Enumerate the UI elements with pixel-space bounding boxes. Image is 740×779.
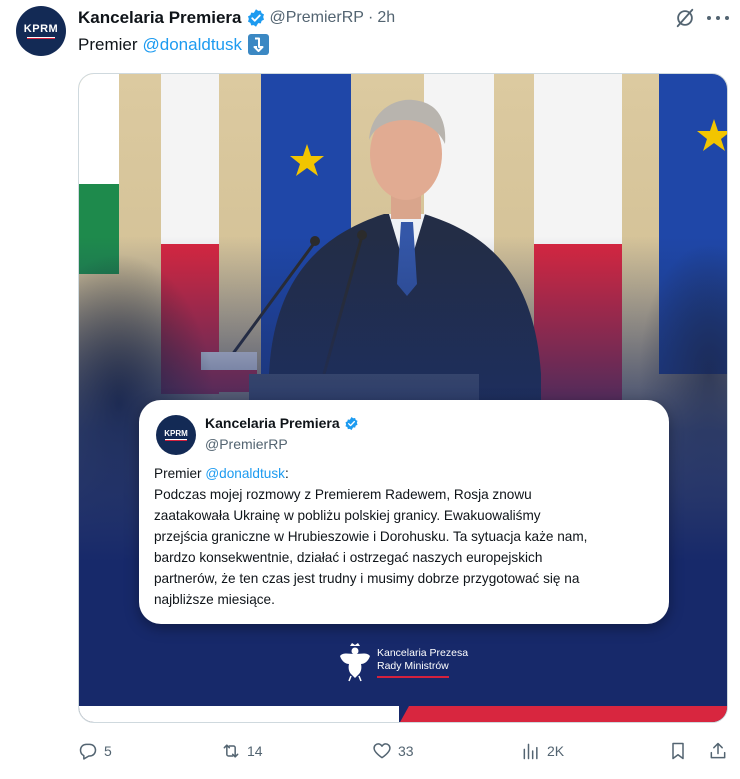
like-count: 33 (398, 743, 414, 759)
quoted-author-handle: @PremierRP (205, 436, 288, 452)
bookmark-icon (672, 742, 684, 760)
bookmark-button[interactable] (668, 741, 688, 761)
quoted-line: przejścia graniczne w Hrubieszowie i Dor… (154, 529, 588, 544)
author-avatar[interactable]: KPRM (16, 6, 66, 56)
reply-count: 5 (104, 743, 112, 759)
heart-icon (373, 743, 391, 759)
more-dot (707, 16, 711, 20)
tweet-media-image[interactable]: KPRM Kancelaria Premiera @PremierRP Prem… (78, 73, 728, 723)
quoted-colon: : (284, 466, 289, 481)
press-photo (79, 74, 727, 722)
more-dot (725, 16, 729, 20)
quoted-author-avatar: KPRM (156, 415, 196, 455)
quoted-author-row: Kancelaria Premiera (205, 415, 359, 431)
tweet-timestamp[interactable]: 2h (377, 9, 395, 27)
quoted-line: partnerów, że ten czas jest trudny i mus… (154, 571, 580, 586)
quoted-line: zaatakowała Ukrainę w pobliżu polskiej g… (154, 508, 541, 523)
avatar-logo-underline (27, 37, 55, 39)
polish-eagle-icon (340, 643, 370, 682)
quoted-prefix: Premier (154, 466, 206, 481)
quoted-line: Premier @donaldtusk: (154, 463, 659, 484)
grok-icon[interactable] (674, 7, 696, 29)
tweet-mention-link[interactable]: @donaldtusk (143, 35, 243, 55)
quoted-post-card: KPRM Kancelaria Premiera @PremierRP Prem… (139, 400, 669, 624)
header-separator: · (367, 9, 374, 26)
quoted-line: Podczas mojej rozmowy z Premierem Radewe… (154, 487, 532, 502)
more-dot (716, 16, 720, 20)
author-display-name[interactable]: Kancelaria Premiera (78, 8, 242, 28)
views-button[interactable]: 2K (521, 741, 564, 761)
tweet-header: Kancelaria Premiera @PremierRP · 2h (78, 7, 395, 29)
repost-count: 14 (247, 743, 263, 759)
footer-line-1: Kancelaria Prezesa (377, 646, 469, 659)
kprm-footer-logo: Kancelaria Prezesa Rady Ministrów (339, 642, 468, 682)
quoted-avatar-underline (165, 439, 187, 441)
repost-button[interactable]: 14 (221, 741, 263, 761)
quoted-post-body: Premier @donaldtusk: Podczas mojej rozmo… (154, 463, 659, 610)
avatar-logo-text: KPRM (23, 23, 59, 35)
quoted-line: bardzo konsekwentnie, działać i ostrzega… (154, 550, 543, 565)
footer-line-2: Rady Ministrów (377, 660, 449, 678)
analytics-icon (523, 743, 538, 760)
down-arrow-emoji-icon (248, 34, 270, 55)
repost-icon (223, 744, 239, 758)
quoted-avatar-logo-text: KPRM (164, 429, 188, 438)
share-button[interactable] (708, 741, 728, 761)
quoted-author-name: Kancelaria Premiera (205, 415, 340, 431)
tweet-text: Premier @donaldtusk (78, 34, 270, 55)
reply-icon (79, 743, 97, 760)
quoted-verified-badge-icon (345, 416, 358, 430)
more-options-icon[interactable] (707, 7, 729, 29)
quoted-line: najbliższe miesiące. (154, 592, 275, 607)
share-icon (710, 742, 726, 759)
kprm-footer-text: Kancelaria Prezesa Rady Ministrów (377, 647, 468, 678)
author-handle[interactable]: @PremierRP (270, 9, 364, 27)
tweet-text-prefix: Premier (78, 34, 138, 54)
views-count: 2K (547, 743, 565, 759)
verified-badge-icon[interactable] (246, 8, 266, 28)
like-button[interactable]: 33 (372, 741, 414, 761)
quoted-mention: @donaldtusk (205, 466, 285, 481)
reply-button[interactable]: 5 (78, 741, 112, 761)
